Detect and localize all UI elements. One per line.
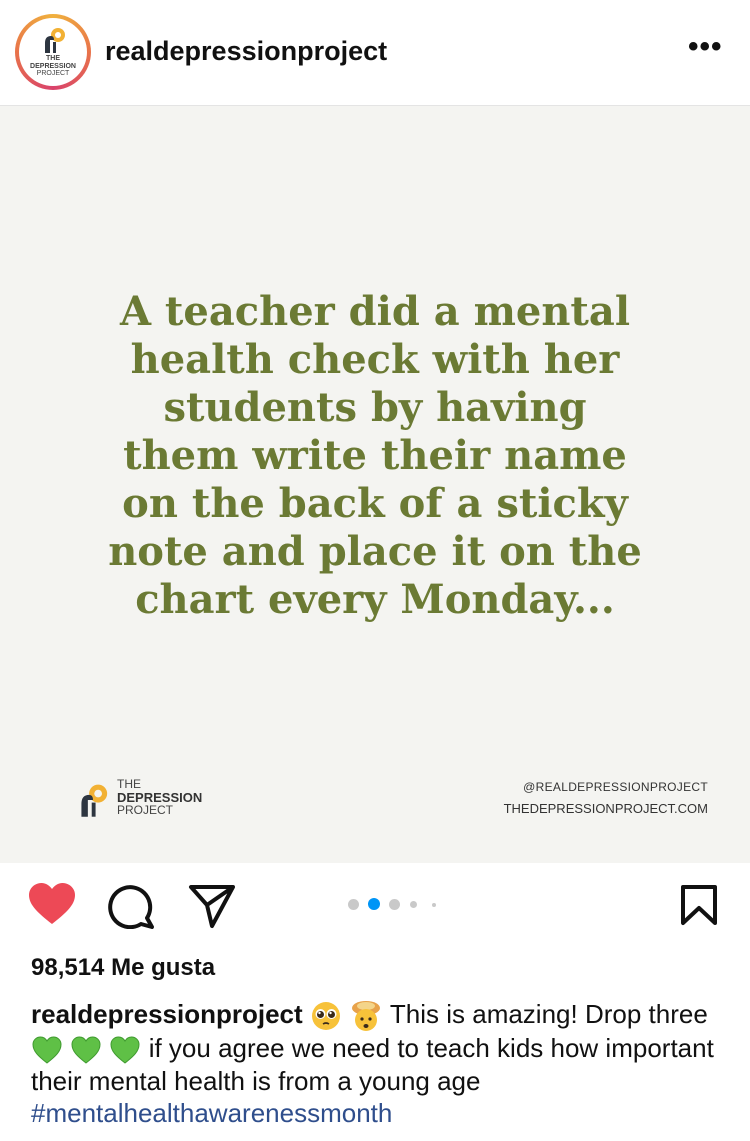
green-heart-icon (110, 1036, 140, 1064)
post-handle-text: @REALDEPRESSIONPROJECT (523, 780, 708, 794)
comment-icon[interactable] (108, 883, 156, 929)
post-website-text: THEDEPRESSIONPROJECT.COM (503, 801, 708, 816)
avatar-text-project: PROJECT (36, 70, 70, 77)
depression-project-logo-icon (45, 28, 65, 53)
green-heart-icon (32, 1036, 62, 1064)
avatar-logo: THE DEPRESSION PROJECT (19, 18, 87, 86)
post-caption: realdepressionproject This is amazing! D… (31, 998, 721, 1129)
carousel-dot (410, 901, 417, 908)
send-icon[interactable] (188, 883, 236, 929)
exploding-head-icon (352, 1001, 381, 1032)
post-image[interactable]: A teacher did a mental health check with… (0, 106, 750, 863)
carousel-dot (348, 899, 359, 910)
carousel-dot (432, 903, 436, 907)
avatar-text-the: THE (46, 55, 60, 62)
depression-project-logo-icon (81, 784, 108, 817)
green-heart-icon (71, 1036, 101, 1064)
likes-count[interactable]: 98,514 Me gusta (31, 954, 215, 982)
caption-username[interactable]: realdepressionproject (31, 999, 303, 1029)
post-header: THE DEPRESSION PROJECT realdepressionpro… (0, 0, 750, 106)
caption-hashtag-link[interactable]: #mentalhealthawarenessmonth (31, 1098, 392, 1128)
bookmark-icon[interactable] (680, 884, 718, 926)
more-horizontal-icon[interactable]: ••• (688, 30, 723, 64)
caption-text-part1: This is amazing! Drop three (389, 999, 708, 1029)
avatar-text-depression: DEPRESSION (30, 62, 76, 70)
carousel-dot (389, 899, 400, 910)
heart-filled-icon[interactable] (28, 883, 76, 925)
profile-avatar[interactable]: THE DEPRESSION PROJECT (15, 14, 91, 90)
pleading-face-icon (311, 1002, 340, 1031)
carousel-dot-active (368, 898, 380, 910)
brand-text-project: PROJECT (117, 803, 174, 817)
header-username[interactable]: realdepressionproject (105, 36, 387, 67)
post-quote-text: A teacher did a mental health check with… (108, 288, 642, 623)
